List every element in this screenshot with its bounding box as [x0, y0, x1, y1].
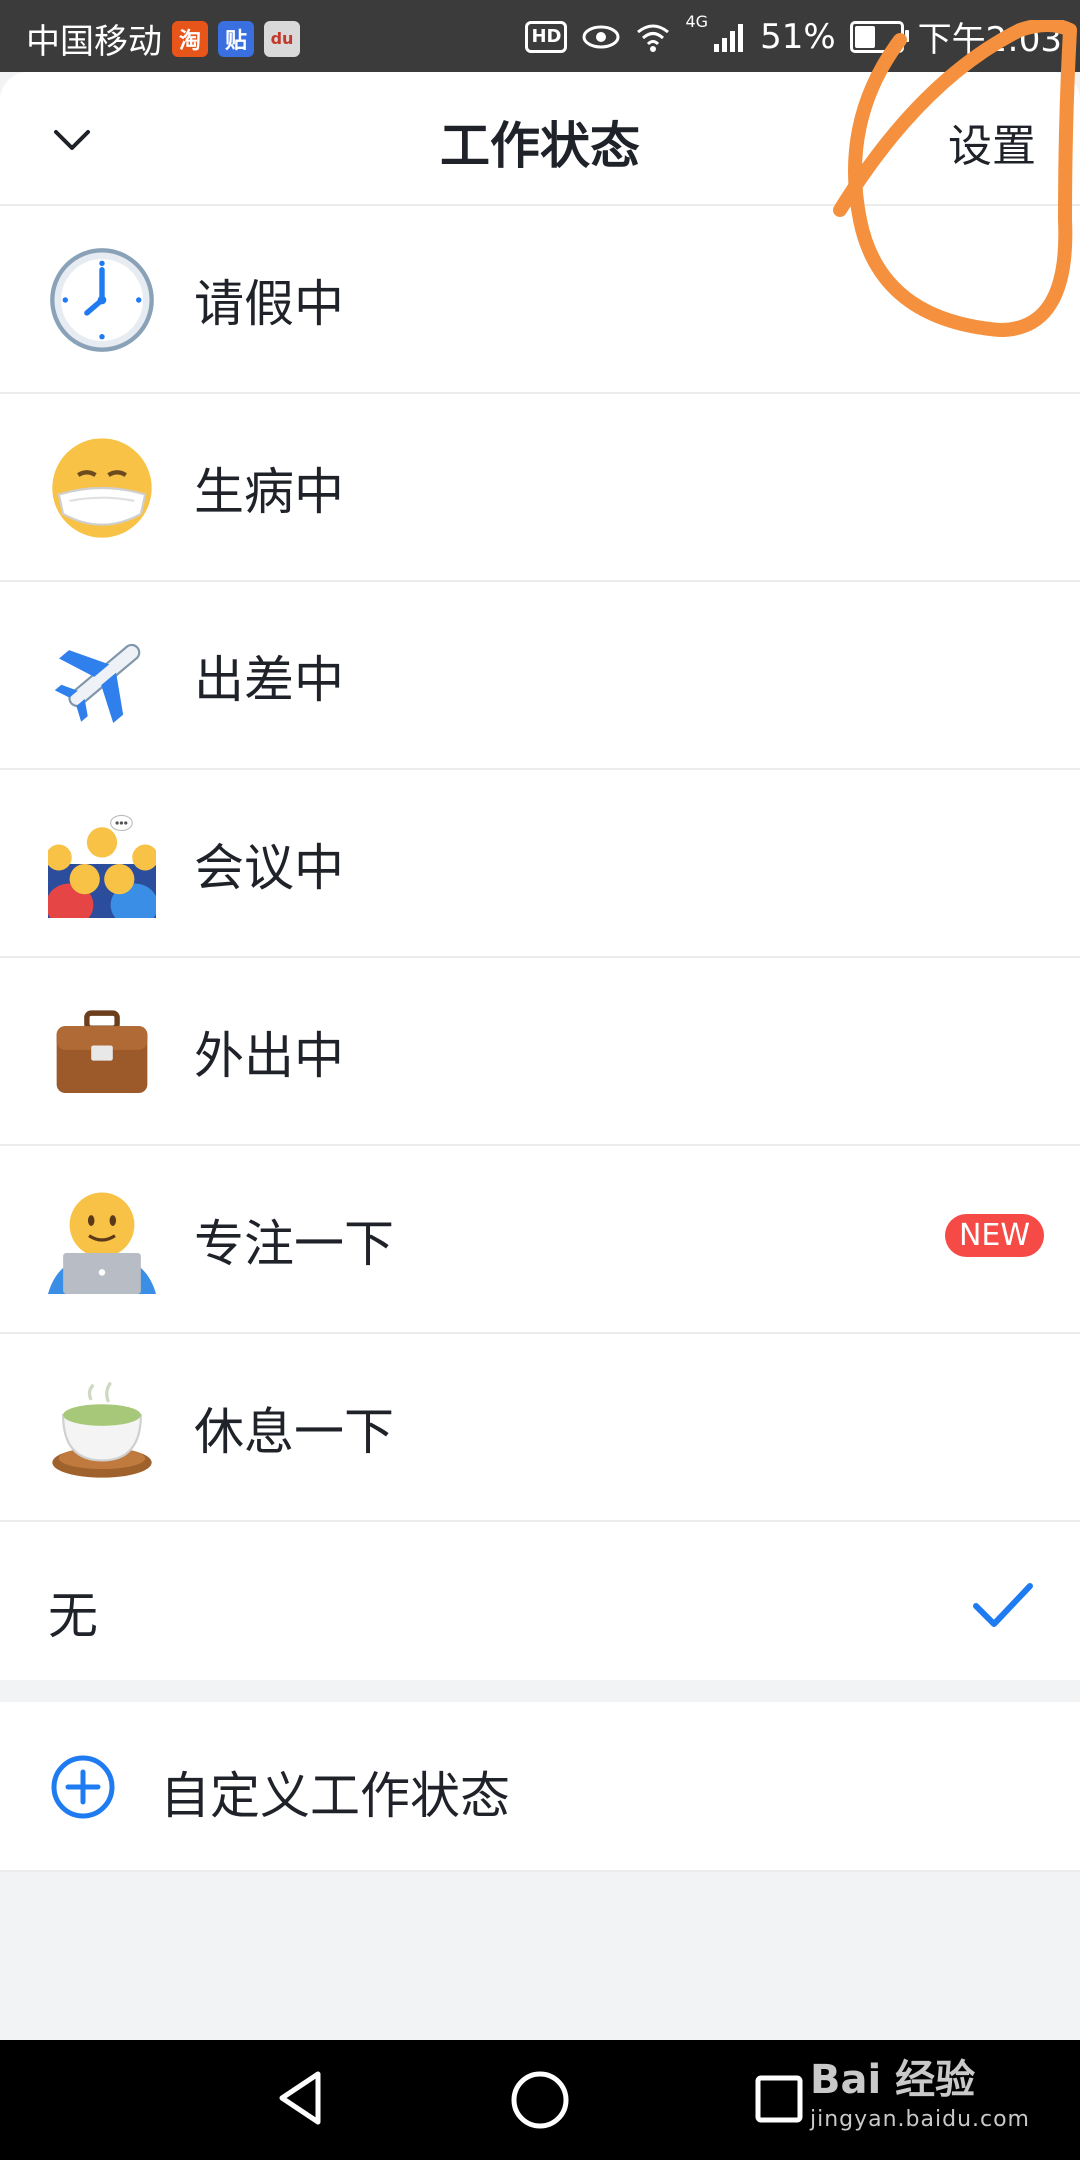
eye-comfort-icon — [582, 25, 620, 48]
taobao-icon: 淘 — [172, 20, 208, 57]
recent-apps-icon[interactable] — [754, 2074, 804, 2124]
status-item-sick[interactable]: 生病中 — [0, 394, 1080, 582]
signal-icon — [714, 23, 744, 52]
baidu-jingyan-watermark: Bai 经验 jingyan.baidu.com — [810, 2060, 1030, 2140]
status-item-focus[interactable]: 专注一下 NEW — [0, 1146, 1080, 1334]
airplane-icon — [54, 643, 141, 723]
status-item-leave[interactable]: 请假中 — [0, 206, 1080, 394]
network-type: 4G — [685, 12, 709, 31]
work-status-sheet: 工作状态 设置 请假中 生病中 出差中 会议中 外出中 专注一下 NEW 休息一… — [0, 72, 1080, 1692]
clock-time: 下午2:03 — [917, 20, 1062, 60]
status-item-none[interactable]: 无 — [0, 1522, 1080, 1692]
tea-icon — [52, 1381, 152, 1478]
battery-icon — [849, 20, 909, 53]
status-label: 无 — [48, 1587, 98, 1645]
custom-status-button[interactable]: 自定义工作状态 — [0, 1702, 1080, 1872]
check-icon — [973, 1583, 1033, 1627]
navigation-bar: Bai 经验 jingyan.baidu.com — [0, 2040, 1080, 2160]
status-bar: 中国移动 淘 贴 du HD 4G 51% 下午2:03 — [0, 0, 1080, 72]
laptop-person-icon — [48, 1192, 156, 1294]
mask-face-icon — [52, 438, 152, 538]
page-title: 工作状态 — [440, 117, 640, 175]
status-label: 会议中 — [194, 839, 344, 897]
back-icon[interactable] — [274, 2068, 326, 2128]
home-icon[interactable] — [508, 2068, 572, 2132]
meeting-people-icon — [48, 814, 156, 918]
watermark-title: Bai 经验 — [809, 2057, 976, 2103]
status-label: 生病中 — [194, 463, 344, 521]
briefcase-icon — [56, 1010, 148, 1094]
status-label: 专注一下 — [194, 1215, 394, 1273]
custom-section: 自定义工作状态 — [0, 1680, 1080, 1872]
baidu-map-icon: du — [264, 20, 300, 57]
status-label: 出差中 — [194, 651, 344, 709]
status-label: 外出中 — [194, 1027, 344, 1085]
sheet-header: 工作状态 设置 — [0, 72, 1080, 206]
tieba-icon: 贴 — [218, 20, 254, 57]
status-item-rest[interactable]: 休息一下 — [0, 1334, 1080, 1522]
carrier-label: 中国移动 — [26, 22, 162, 62]
watermark-url: jingyan.baidu.com — [809, 2107, 1030, 2132]
status-label: 请假中 — [194, 275, 344, 333]
wifi-icon — [637, 24, 670, 52]
hd-badge: HD — [525, 20, 568, 53]
new-badge: NEW — [944, 1214, 1044, 1257]
battery-percent: 51% — [760, 16, 836, 57]
status-item-meeting[interactable]: 会议中 — [0, 770, 1080, 958]
clock-icon — [50, 248, 154, 352]
status-label: 休息一下 — [194, 1403, 394, 1461]
status-item-business-trip[interactable]: 出差中 — [0, 582, 1080, 770]
settings-button[interactable]: 设置 — [948, 110, 1036, 174]
status-item-out[interactable]: 外出中 — [0, 958, 1080, 1146]
plus-circle-icon — [51, 1755, 115, 1819]
custom-status-label: 自定义工作状态 — [160, 1767, 510, 1825]
